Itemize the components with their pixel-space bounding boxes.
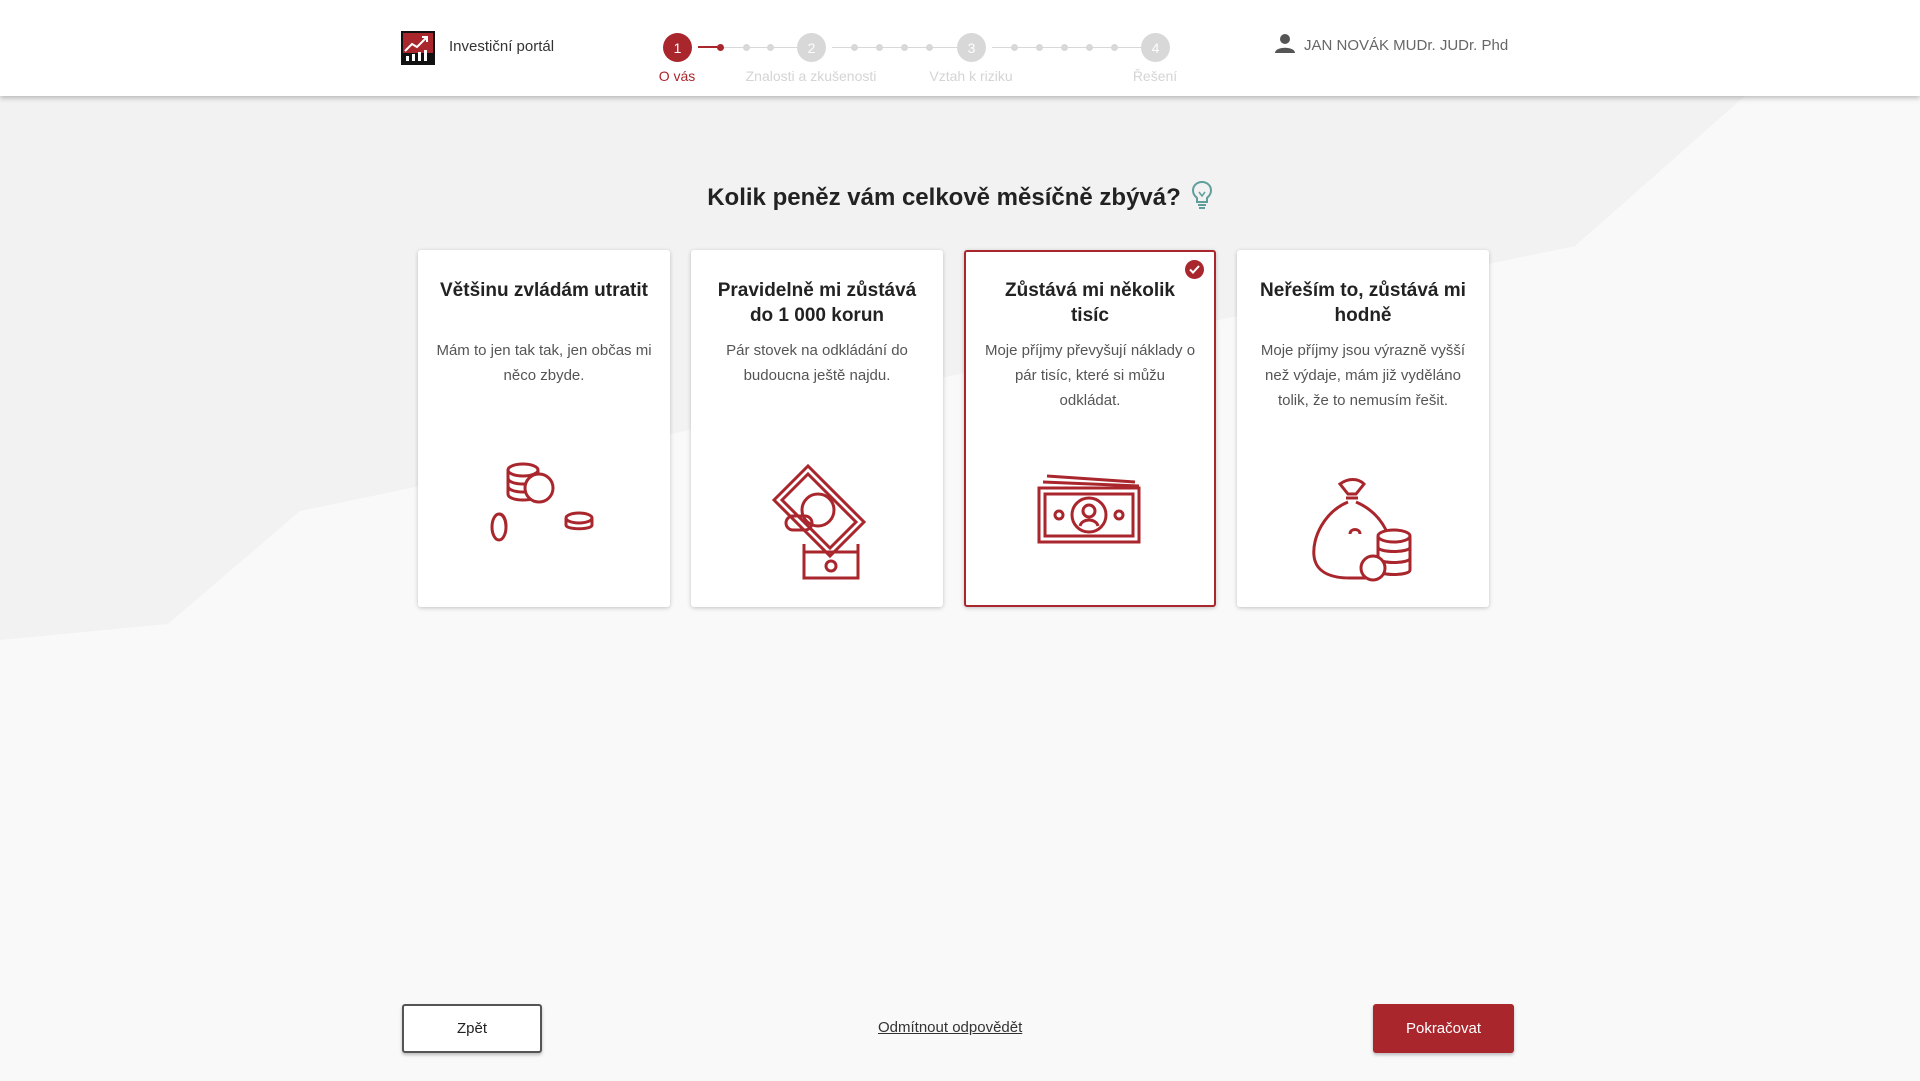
money-bag-icon bbox=[1310, 476, 1416, 587]
step-2-circle[interactable]: 2 bbox=[797, 33, 826, 62]
option-description: Moje příjmy jsou výrazně vyšší než výdaj… bbox=[1260, 342, 1466, 409]
option-card-a-lot[interactable]: Neřeším to, zůstává mi hodně Moje příjmy… bbox=[1237, 250, 1489, 607]
background-shape bbox=[0, 96, 1745, 640]
decline-answer-link[interactable]: Odmítnout odpovědět bbox=[878, 1019, 1022, 1036]
step-dot bbox=[717, 44, 724, 51]
step-4-circle[interactable]: 4 bbox=[1141, 33, 1170, 62]
checkmark-icon bbox=[1185, 260, 1204, 279]
step-2-label[interactable]: Znalosti a zkušenosti bbox=[746, 68, 877, 84]
question-heading: Kolik peněz vám celkově měsíčně zbývá? bbox=[0, 180, 1920, 215]
step-dot bbox=[901, 44, 908, 51]
step-1-circle[interactable]: 1 bbox=[663, 33, 692, 62]
option-description: Mám to jen tak tak, jen občas mi něco zb… bbox=[436, 342, 652, 384]
step-dot bbox=[926, 44, 933, 51]
step-3-circle[interactable]: 3 bbox=[957, 33, 986, 62]
coins-icon bbox=[489, 458, 599, 549]
step-1-label[interactable]: O vás bbox=[659, 68, 696, 84]
step-dot bbox=[1061, 44, 1068, 51]
progress-stepper: 1 O vás 2 Znalosti a zkušenosti 3 Vztah … bbox=[0, 0, 1920, 96]
user-icon bbox=[1274, 32, 1296, 59]
step-dot bbox=[1011, 44, 1018, 51]
lightbulb-hint-icon[interactable] bbox=[1191, 180, 1213, 215]
step-dot bbox=[767, 44, 774, 51]
step-4-label[interactable]: Řešení bbox=[1133, 68, 1177, 84]
option-card-spend-most[interactable]: Většinu zvládám utratit Mám to jen tak t… bbox=[418, 250, 670, 607]
back-button[interactable]: Zpět bbox=[402, 1004, 542, 1053]
option-title: Pravidelně mi zůstává do 1 000 korun bbox=[717, 280, 917, 326]
step-3-label[interactable]: Vztah k riziku bbox=[929, 68, 1012, 84]
step-dot bbox=[743, 44, 750, 51]
step-dot bbox=[1086, 44, 1093, 51]
top-bar: Investiční portál 1 O vás 2 Znalosti a z… bbox=[0, 0, 1920, 96]
option-description: Pár stovek na odkládání do budoucna ješt… bbox=[726, 342, 908, 384]
question-text: Kolik peněz vám celkově měsíčně zbývá? bbox=[707, 183, 1181, 211]
step-dot bbox=[851, 44, 858, 51]
banknotes-stack-icon bbox=[1037, 472, 1143, 549]
option-title: Neřeším to, zůstává mi hodně bbox=[1260, 280, 1466, 326]
user-menu[interactable]: JAN NOVÁK MUDr. JUDr. Phd bbox=[1274, 32, 1508, 59]
step-dot bbox=[1036, 44, 1043, 51]
step-line bbox=[724, 47, 798, 48]
option-description: Moje příjmy převyšují náklady o pár tisí… bbox=[984, 342, 1196, 409]
option-title: Zůstává mi několik tisíc bbox=[1004, 280, 1175, 326]
option-card-up-to-1000[interactable]: Pravidelně mi zůstává do 1 000 korun Pár… bbox=[691, 250, 943, 607]
step-dot bbox=[1111, 44, 1118, 51]
continue-button[interactable]: Pokračovat bbox=[1373, 1004, 1514, 1053]
option-card-several-thousand[interactable]: Zůstává mi několik tisíc Moje příjmy pře… bbox=[964, 250, 1216, 607]
user-name: JAN NOVÁK MUDr. JUDr. Phd bbox=[1304, 37, 1509, 54]
banknote-hand-icon bbox=[762, 462, 872, 589]
option-title: Většinu zvládám utratit bbox=[440, 280, 648, 301]
step-dot bbox=[876, 44, 883, 51]
footer-bar: Zpět Odmítnout odpovědět Pokračovat bbox=[0, 988, 1920, 1081]
